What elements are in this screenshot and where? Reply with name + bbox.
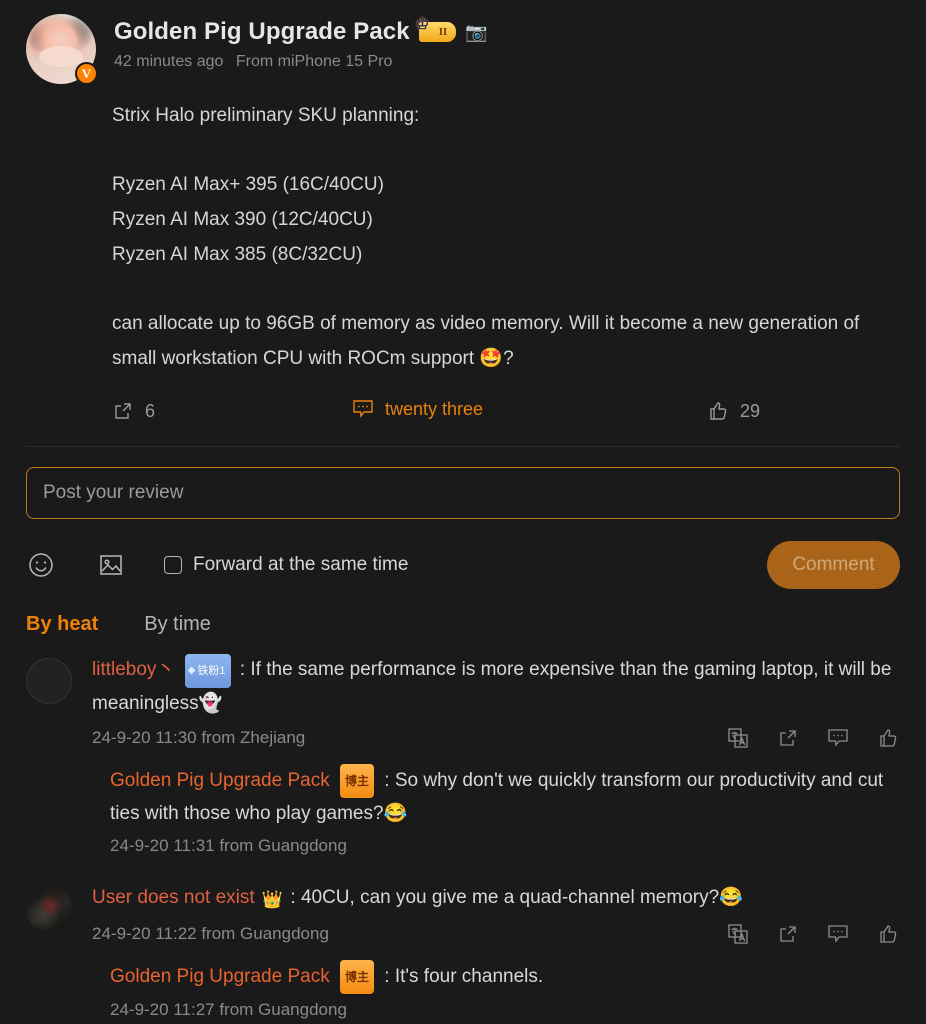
translate-icon[interactable] xyxy=(726,922,750,946)
comment-input[interactable]: Post your review xyxy=(26,467,900,519)
reply-separator: : xyxy=(384,770,395,791)
thumbs-up-icon xyxy=(707,400,729,422)
comment-item: littleboy丶 ◆ 铁粉1 : If the same performan… xyxy=(26,654,900,856)
level-badge-label: II xyxy=(438,26,448,38)
commenter-name[interactable]: littleboy丶 xyxy=(92,659,175,680)
reply-text-row: Golden Pig Upgrade Pack 博主 : So why don'… xyxy=(110,764,900,830)
comment-body: littleboy丶 ◆ 铁粉1 : If the same performan… xyxy=(92,654,900,856)
translate-icon[interactable] xyxy=(726,726,750,750)
reply-text: It's four channels. xyxy=(394,966,544,987)
author-badge: 博主 xyxy=(339,764,374,798)
composer-toolbar: Forward at the same time Comment xyxy=(26,541,900,589)
post-spacer xyxy=(112,133,900,167)
reply-text-row: Golden Pig Upgrade Pack 博主 : It's four c… xyxy=(110,960,900,994)
post-spacer-2 xyxy=(112,272,900,306)
comment-body: User does not exist 👑 : 40CU, can you gi… xyxy=(92,882,900,1020)
share-icon[interactable] xyxy=(776,726,800,750)
post-body: Strix Halo preliminary SKU planning: Ryz… xyxy=(0,84,926,376)
forward-checkbox-row[interactable]: Forward at the same time xyxy=(164,554,408,576)
post-line-3: Ryzen AI Max 390 (12C/40CU) xyxy=(112,209,373,230)
level-badge[interactable]: ♔ II xyxy=(416,18,457,42)
post-source: From miPhone 15 Pro xyxy=(235,53,393,70)
diamond-icon: ◆ xyxy=(187,665,196,676)
comment-sort-tabs: By heat By time xyxy=(0,589,926,636)
fan-level-badge: ◆ 铁粉1 xyxy=(184,654,231,688)
comment-actions xyxy=(726,726,900,750)
post-like-count: 29 xyxy=(740,400,761,421)
emoji-smiley-icon[interactable] xyxy=(26,550,56,580)
reply-time: 24-9-20 11:31 from Guangdong xyxy=(110,836,347,855)
comment-separator: : xyxy=(239,659,251,680)
share-icon[interactable] xyxy=(776,922,800,946)
reply-separator: : xyxy=(384,966,395,987)
submit-comment-button[interactable]: Comment xyxy=(767,541,900,589)
author-badge: 博主 xyxy=(339,960,374,994)
post-time: 42 minutes ago xyxy=(114,53,224,70)
post-line-4: Ryzen AI Max 385 (8C/32CU) xyxy=(112,244,363,265)
author-name[interactable]: Golden Pig Upgrade Pack xyxy=(114,18,410,46)
post-header: V Golden Pig Upgrade Pack ♔ II 📷 42 minu… xyxy=(0,0,926,85)
camera-badge-icon: 📷 xyxy=(465,22,488,42)
commenter-name[interactable]: User does not exist xyxy=(92,887,255,908)
post-meta: 42 minutes ago From miPhone 15 Pro xyxy=(114,53,488,71)
comment-icon[interactable] xyxy=(826,922,850,946)
crown-badge-icon: 👑 xyxy=(261,890,284,909)
comment-text: 40CU, can you give me a quad-channel mem… xyxy=(300,887,743,908)
reply-time: 24-9-20 11:27 from Guangdong xyxy=(110,1000,347,1019)
comment-reply: Golden Pig Upgrade Pack 博主 : It's four c… xyxy=(110,960,900,1020)
post-paragraph: can allocate up to 96GB of memory as vid… xyxy=(112,313,860,369)
reply-author-name[interactable]: Golden Pig Upgrade Pack xyxy=(110,966,330,987)
post-header-text: Golden Pig Upgrade Pack ♔ II 📷 42 minute… xyxy=(114,14,488,71)
commenter-avatar[interactable] xyxy=(26,886,72,932)
comment-time: 24-9-20 11:30 from Zhejiang xyxy=(92,728,306,747)
comment-item: User does not exist 👑 : 40CU, can you gi… xyxy=(26,882,900,1020)
image-picture-icon[interactable] xyxy=(96,550,126,580)
comment-icon xyxy=(352,398,374,420)
author-avatar-wrap[interactable]: V xyxy=(26,14,98,85)
forward-label: Forward at the same time xyxy=(193,554,409,575)
crown-icon: ♔ xyxy=(415,17,430,33)
weibo-post-page: V Golden Pig Upgrade Pack ♔ II 📷 42 minu… xyxy=(0,0,926,1024)
reply-author-name[interactable]: Golden Pig Upgrade Pack xyxy=(110,770,330,791)
comment-footer: 24-9-20 11:30 from Zhejiang xyxy=(92,726,900,750)
forward-checkbox[interactable] xyxy=(164,556,182,574)
reply-footer: 24-9-20 11:31 from Guangdong xyxy=(110,836,900,856)
comment-input-placeholder: Post your review xyxy=(43,482,184,503)
comment-composer: Post your review Forward at the same tim… xyxy=(0,447,926,589)
comment-text-row: littleboy丶 ◆ 铁粉1 : If the same performan… xyxy=(92,654,900,720)
verified-badge: V xyxy=(75,62,98,85)
reply-footer: 24-9-20 11:27 from Guangdong xyxy=(110,1000,900,1020)
post-share-button[interactable]: 6 xyxy=(112,400,352,422)
commenter-avatar[interactable] xyxy=(26,658,72,704)
post-action-bar: 6 twenty three 29 xyxy=(112,398,812,424)
comment-icon[interactable] xyxy=(826,726,850,750)
thumbs-up-icon[interactable] xyxy=(876,726,900,750)
comment-actions xyxy=(726,922,900,946)
post-share-count: 6 xyxy=(145,400,156,421)
comment-reply: Golden Pig Upgrade Pack 博主 : So why don'… xyxy=(110,764,900,856)
post-comment-button[interactable]: twenty three xyxy=(352,398,652,420)
comment-time: 24-9-20 11:22 from Guangdong xyxy=(92,924,329,943)
tab-by-heat[interactable]: By heat xyxy=(26,613,98,636)
post-line-2: Ryzen AI Max+ 395 (16C/40CU) xyxy=(112,174,384,195)
post-line-0: Strix Halo preliminary SKU planning: xyxy=(112,105,420,126)
comment-separator: : xyxy=(290,887,301,908)
post-like-button[interactable]: 29 xyxy=(652,400,812,422)
author-name-row: Golden Pig Upgrade Pack ♔ II 📷 xyxy=(114,18,488,46)
share-icon xyxy=(112,400,134,422)
comment-footer: 24-9-20 11:22 from Guangdong xyxy=(92,922,900,946)
comment-text-row: User does not exist 👑 : 40CU, can you gi… xyxy=(92,882,900,916)
thumbs-up-icon[interactable] xyxy=(876,922,900,946)
comment-list: littleboy丶 ◆ 铁粉1 : If the same performan… xyxy=(0,636,926,1020)
post-comment-count: twenty three xyxy=(385,398,484,419)
tab-by-time[interactable]: By time xyxy=(144,613,211,636)
fan-badge-label: 铁粉1 xyxy=(197,665,226,677)
